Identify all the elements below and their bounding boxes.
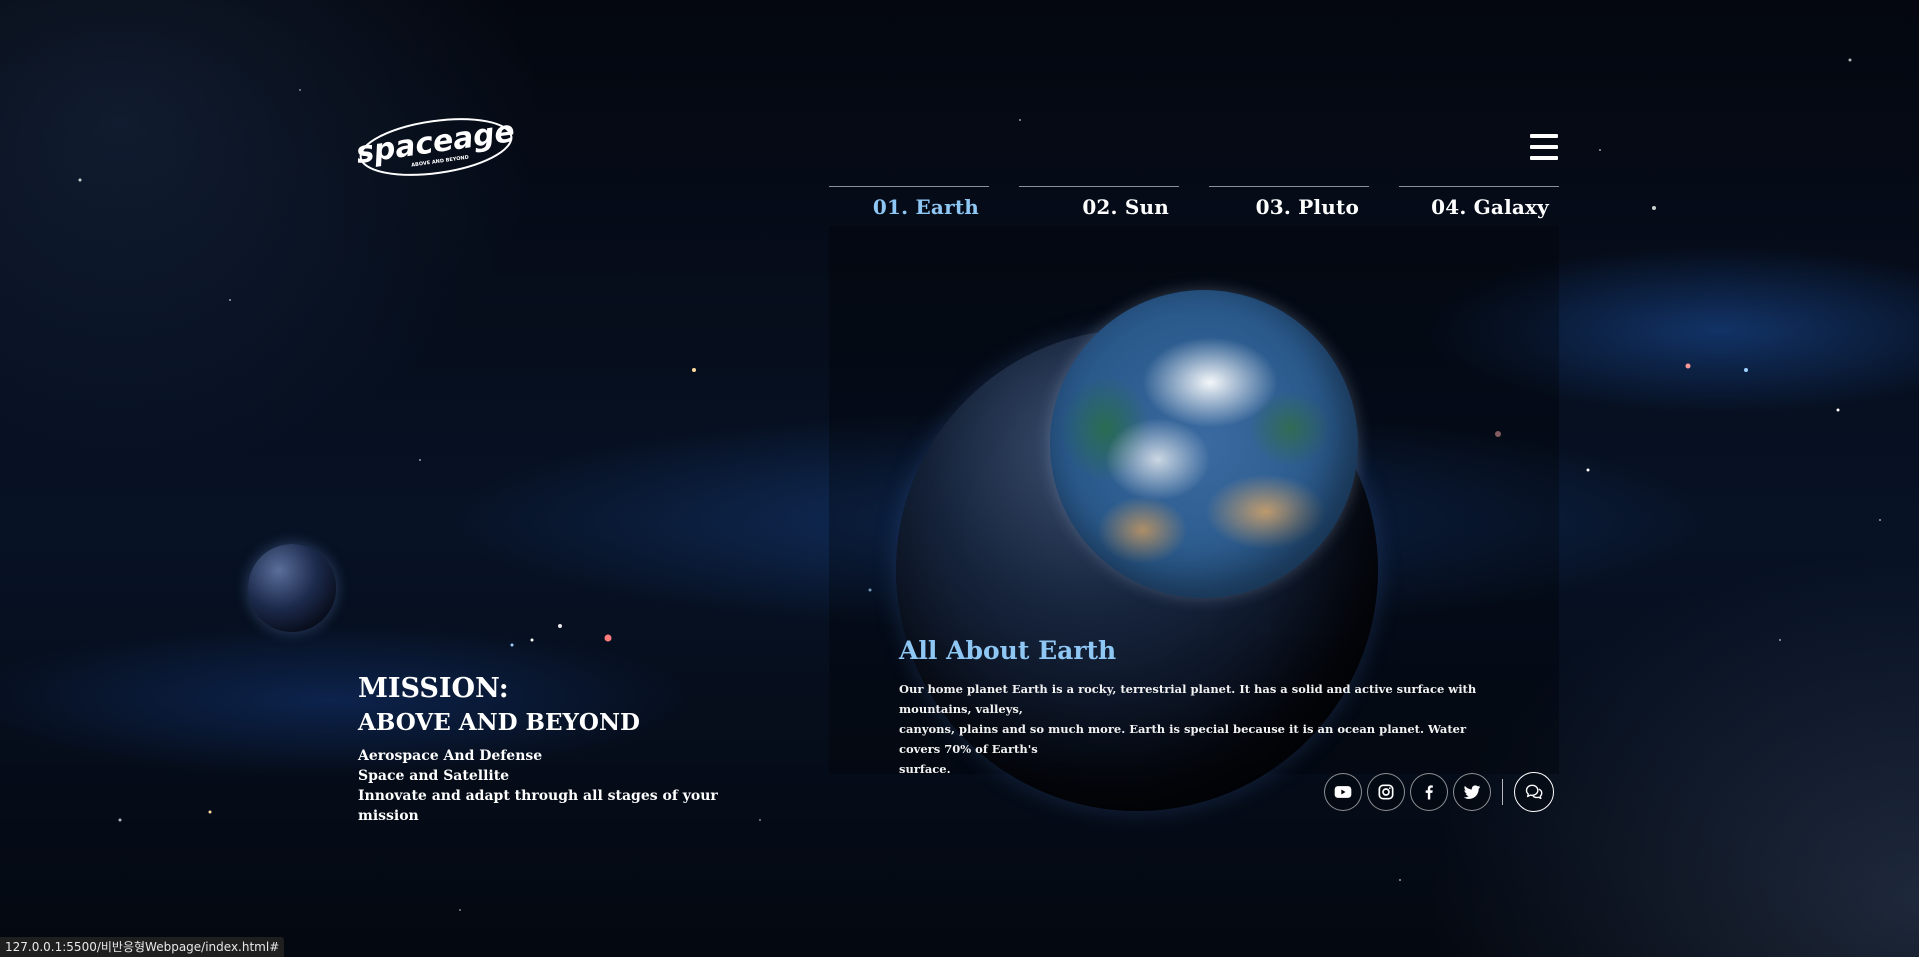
planet-info: All About Earth Our home planet Earth is…	[899, 636, 1509, 779]
mission-line: Space and Satellite	[358, 768, 510, 784]
mission-line: Innovate and adapt through all stages of…	[358, 788, 718, 824]
twitter-icon	[1463, 785, 1481, 799]
chat-button[interactable]	[1514, 772, 1554, 812]
tab-sun[interactable]: 02. Sun	[1019, 186, 1179, 226]
browser-status-bar-url: 127.0.0.1:5500/비반응형Webpage/index.html#	[0, 937, 285, 957]
instagram-icon	[1378, 784, 1394, 800]
chat-bubbles-icon	[1525, 784, 1543, 800]
youtube-icon	[1334, 786, 1352, 798]
mission-block: MISSION: ABOVE AND BEYOND Aerospace And …	[358, 672, 778, 826]
social-divider	[1502, 779, 1503, 805]
hamburger-menu-icon[interactable]	[1530, 134, 1558, 160]
mission-title: MISSION:	[358, 673, 509, 704]
tab-earth[interactable]: 01. Earth	[829, 186, 989, 226]
facebook-button[interactable]	[1410, 773, 1448, 811]
planet-info-line: surface.	[899, 762, 951, 776]
tab-pluto[interactable]: 03. Pluto	[1209, 186, 1369, 226]
planet-info-line: Our home planet Earth is a rocky, terres…	[899, 682, 1477, 716]
social-links	[1324, 772, 1554, 812]
spaceage-logo[interactable]: spaceage ABOVE AND BEYOND	[354, 114, 517, 176]
planet-info-body: Our home planet Earth is a rocky, terres…	[899, 679, 1509, 779]
planet-info-line: canyons, plains and so much more. Earth …	[899, 722, 1467, 756]
youtube-button[interactable]	[1324, 773, 1362, 811]
mission-subtitle: ABOVE AND BEYOND	[358, 709, 640, 736]
mission-line: Aerospace And Defense	[358, 748, 543, 764]
twitter-button[interactable]	[1453, 773, 1491, 811]
space-background: spaceage ABOVE AND BEYOND 01. Earth 02. …	[0, 0, 1919, 957]
facebook-icon	[1425, 785, 1433, 800]
tab-galaxy[interactable]: 04. Galaxy	[1399, 186, 1559, 226]
instagram-button[interactable]	[1367, 773, 1405, 811]
planet-tabs: 01. Earth 02. Sun 03. Pluto 04. Galaxy	[829, 186, 1559, 226]
small-planet-image	[248, 544, 336, 632]
earth-image	[1050, 290, 1358, 598]
planet-info-title: All About Earth	[899, 636, 1117, 665]
